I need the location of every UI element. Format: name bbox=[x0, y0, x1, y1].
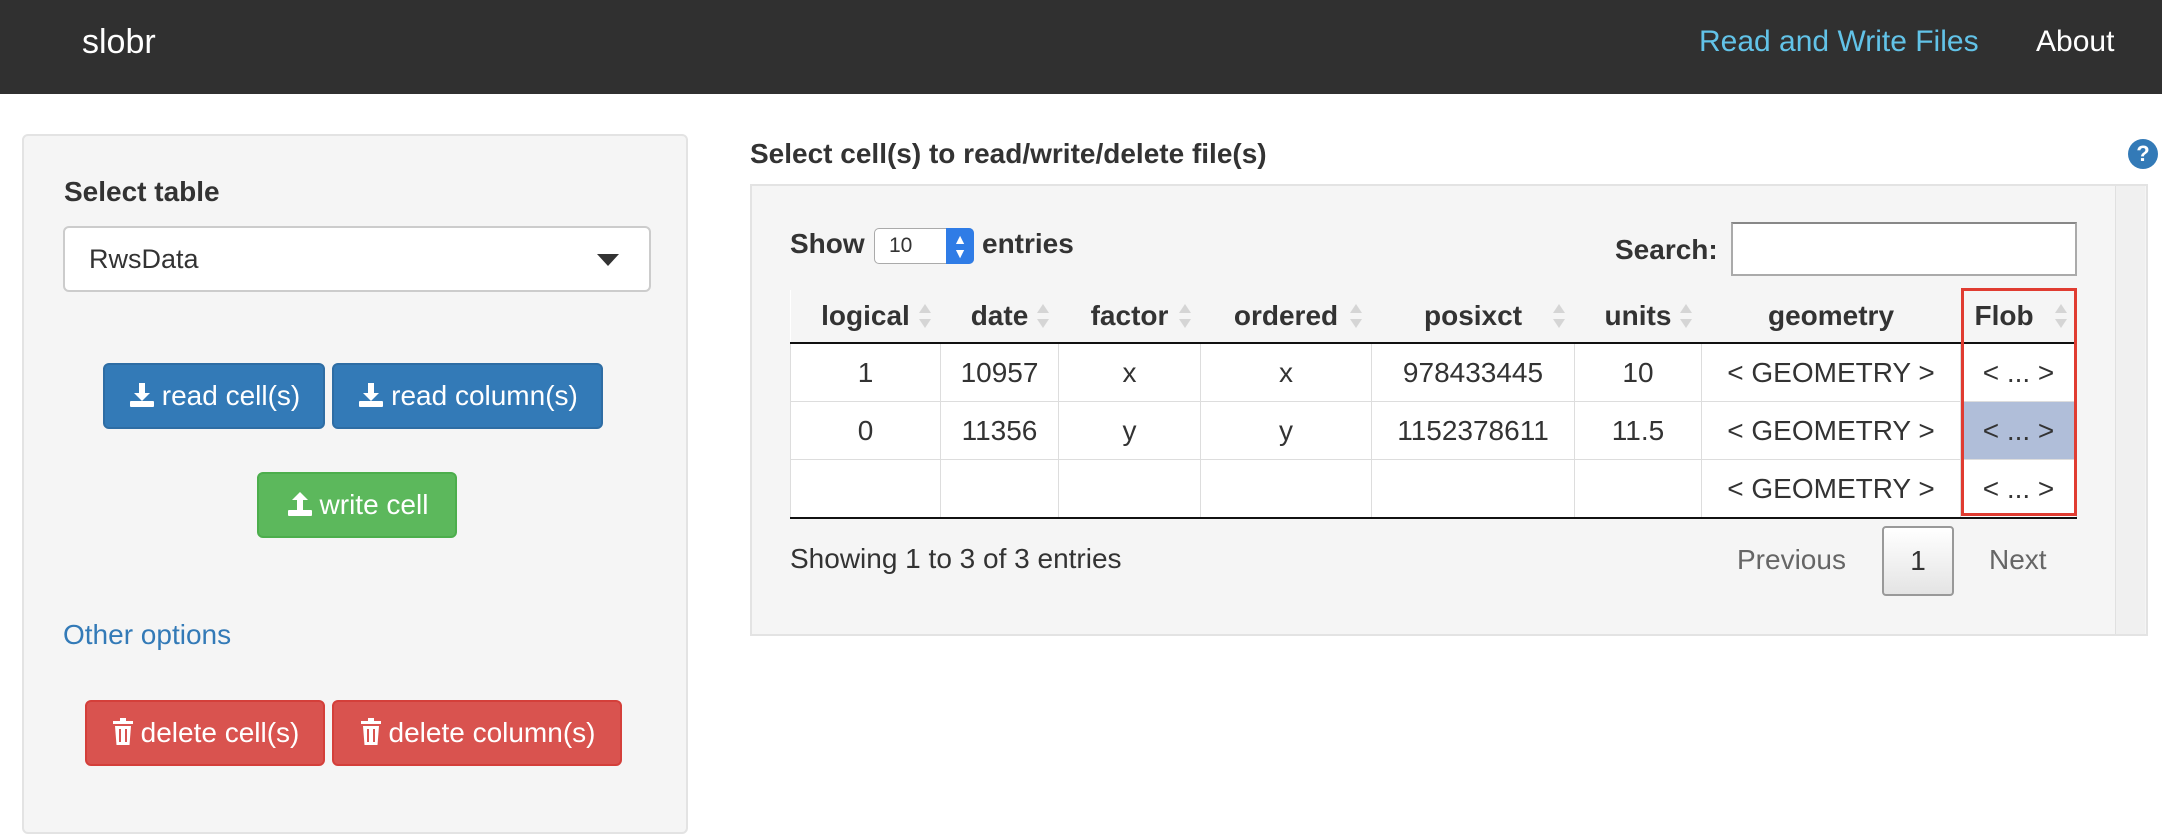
column-header-units[interactable]: units bbox=[1574, 290, 1702, 344]
table-cell[interactable] bbox=[1574, 459, 1702, 519]
read-cells-button[interactable]: read cell(s) bbox=[103, 363, 325, 429]
column-header-date[interactable]: date bbox=[940, 290, 1059, 344]
column-header-posixct[interactable]: posixct bbox=[1371, 290, 1575, 344]
table-cell[interactable]: 1 bbox=[790, 342, 941, 402]
sort-icon bbox=[918, 304, 931, 328]
select-table-label: Select table bbox=[64, 176, 220, 207]
help-icon[interactable]: ? bbox=[2128, 139, 2158, 169]
trash-icon bbox=[360, 718, 381, 745]
pagination-next[interactable]: Next bbox=[1989, 544, 2047, 576]
table-row: < GEOMETRY > < ... > bbox=[790, 459, 2077, 519]
pagination-page-1[interactable]: 1 bbox=[1882, 526, 1954, 596]
write-cell-button[interactable]: write cell bbox=[257, 472, 457, 538]
table-cell[interactable]: y bbox=[1200, 401, 1372, 460]
delete-cells-label: delete cell(s) bbox=[140, 717, 300, 748]
download-icon bbox=[359, 383, 384, 407]
table-cell[interactable]: 978433445 bbox=[1371, 342, 1575, 402]
table-cell[interactable]: x bbox=[1200, 342, 1372, 402]
delete-columns-label: delete column(s) bbox=[388, 717, 596, 748]
table-info: Showing 1 to 3 of 3 entries bbox=[790, 543, 1122, 574]
column-header-factor[interactable]: factor bbox=[1058, 290, 1201, 344]
sort-icon bbox=[2054, 304, 2067, 328]
table-cell[interactable]: < GEOMETRY > bbox=[1701, 459, 1961, 519]
table-cell[interactable] bbox=[1200, 459, 1372, 519]
sort-icon bbox=[1552, 304, 1565, 328]
table-cell[interactable]: 0 bbox=[790, 401, 941, 460]
updown-arrows-icon: ▲ ▼ bbox=[946, 228, 974, 264]
table-cell[interactable]: x bbox=[1058, 342, 1201, 402]
sort-icon bbox=[1036, 304, 1049, 328]
table-cell[interactable]: 1152378611 bbox=[1371, 401, 1575, 460]
table-cell[interactable]: 11.5 bbox=[1574, 401, 1702, 460]
trash-icon bbox=[112, 718, 133, 745]
pagination-previous[interactable]: Previous bbox=[1737, 544, 1846, 576]
table-select-value: RwsData bbox=[89, 244, 199, 274]
table-cell[interactable] bbox=[790, 459, 941, 519]
column-header-flob[interactable]: Flob bbox=[1960, 290, 2077, 344]
table-row: 0 11356 y y 1152378611 11.5 < GEOMETRY >… bbox=[790, 401, 2077, 460]
other-options-link[interactable]: Other options bbox=[63, 619, 231, 651]
table-cell[interactable]: 10957 bbox=[940, 342, 1059, 402]
read-columns-button[interactable]: read column(s) bbox=[332, 363, 603, 429]
entries-label: entries bbox=[982, 228, 1074, 259]
table-row: 1 10957 x x 978433445 10 < GEOMETRY > < … bbox=[790, 342, 2077, 402]
chevron-down-icon bbox=[597, 254, 619, 266]
table-cell[interactable]: < ... > bbox=[1960, 459, 2077, 519]
table-header-row: logical date factor ordered posixct unit… bbox=[790, 290, 2077, 344]
page-length-value: 10 bbox=[889, 234, 913, 257]
table-cell[interactable] bbox=[1371, 459, 1575, 519]
column-header-geometry[interactable]: geometry bbox=[1701, 290, 1961, 344]
nav-read-write-files[interactable]: Read and Write Files bbox=[1699, 0, 1979, 84]
navbar: slobr Read and Write Files About bbox=[0, 0, 2162, 94]
table-cell[interactable]: < ... > bbox=[1960, 342, 2077, 402]
table-cell[interactable]: 10 bbox=[1574, 342, 1702, 402]
delete-columns-button[interactable]: delete column(s) bbox=[332, 700, 622, 766]
nav-about[interactable]: About bbox=[2036, 0, 2114, 84]
sort-icon bbox=[1178, 304, 1191, 328]
page-title: Select cell(s) to read/write/delete file… bbox=[750, 138, 1267, 169]
selected-table-cell[interactable]: < ... > bbox=[1960, 401, 2077, 460]
show-label: Show bbox=[790, 228, 865, 259]
sort-icon bbox=[1349, 304, 1362, 328]
sidebar-panel: Select table RwsData read cell(s) read c… bbox=[22, 134, 688, 834]
delete-cells-button[interactable]: delete cell(s) bbox=[85, 700, 325, 766]
page-length-select[interactable]: 10 ▲ ▼ bbox=[874, 228, 974, 264]
app-brand[interactable]: slobr bbox=[82, 0, 156, 84]
read-cells-label: read cell(s) bbox=[161, 380, 301, 411]
data-table: logical date factor ordered posixct unit… bbox=[790, 290, 2077, 519]
upload-icon bbox=[287, 492, 312, 516]
column-header-logical[interactable]: logical bbox=[790, 290, 941, 344]
search-label: Search: bbox=[1615, 234, 1718, 265]
table-cell[interactable]: 11356 bbox=[940, 401, 1059, 460]
column-header-ordered[interactable]: ordered bbox=[1200, 290, 1372, 344]
read-columns-label: read column(s) bbox=[391, 380, 578, 411]
write-cell-label: write cell bbox=[319, 489, 429, 520]
table-cell[interactable] bbox=[940, 459, 1059, 519]
table-cell[interactable]: y bbox=[1058, 401, 1201, 460]
panel-scrollbar[interactable] bbox=[2115, 186, 2145, 634]
table-cell[interactable]: < GEOMETRY > bbox=[1701, 342, 1961, 402]
table-select[interactable]: RwsData bbox=[63, 226, 651, 292]
sort-icon bbox=[1679, 304, 1692, 328]
table-cell[interactable]: < GEOMETRY > bbox=[1701, 401, 1961, 460]
search-input[interactable] bbox=[1731, 222, 2077, 276]
table-cell[interactable] bbox=[1058, 459, 1201, 519]
download-icon bbox=[129, 383, 154, 407]
